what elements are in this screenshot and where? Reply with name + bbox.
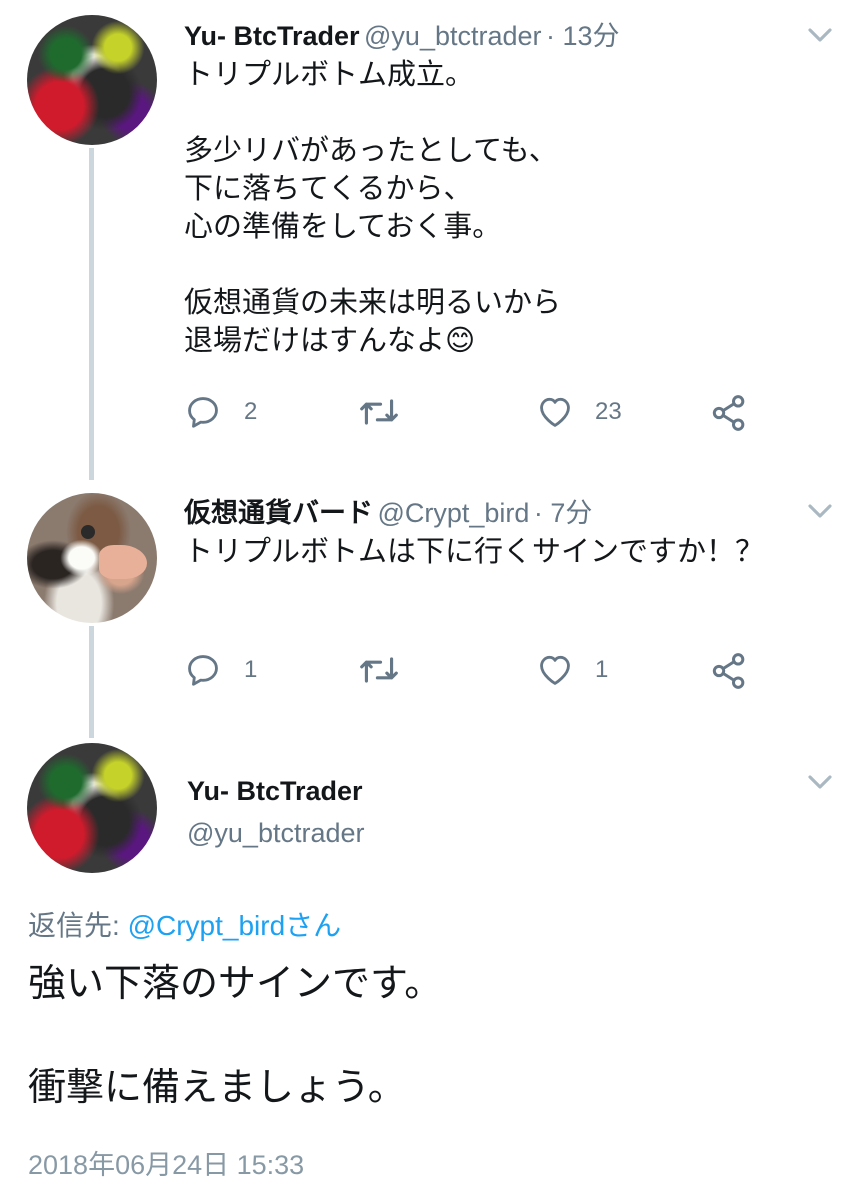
reply-count: 1 — [244, 656, 258, 683]
tweet-header: Yu- BtcTrader @yu_btctrader · 13分 — [184, 14, 620, 53]
thread-line — [89, 626, 94, 738]
tweet-time[interactable]: · 13分 — [546, 21, 620, 51]
like-count: 1 — [595, 656, 609, 683]
handle[interactable]: @yu_btctrader — [187, 818, 365, 849]
retweet-icon — [360, 399, 398, 425]
reply-icon — [188, 655, 218, 686]
reply-to: 返信先: @Crypt_birdさん — [28, 904, 341, 944]
tweet-text: トリプルボトム成立。 多少リバがあったとしても、 下に落ちてくるから、 心の準備… — [184, 59, 562, 357]
retweet-icon — [360, 657, 398, 683]
handle[interactable]: @Crypt_bird — [377, 498, 529, 528]
share-button[interactable] — [709, 651, 749, 691]
display-name[interactable]: Yu- BtcTrader — [187, 776, 363, 807]
reply-to-user-link[interactable]: @Crypt_birdさん — [128, 910, 342, 941]
reply-button[interactable]: 2 — [184, 393, 257, 431]
reply-to-label: 返信先: — [28, 910, 128, 941]
chevron-down-icon[interactable] — [805, 496, 835, 526]
avatar[interactable] — [27, 493, 157, 623]
avatar[interactable] — [27, 15, 157, 145]
bird-beak — [99, 545, 147, 579]
avatar[interactable] — [27, 743, 157, 873]
display-name[interactable]: Yu- BtcTrader — [184, 21, 360, 51]
timestamp[interactable]: 2018年06月24日 15:33 — [28, 1143, 304, 1182]
like-button[interactable]: 23 — [535, 393, 622, 431]
bird-eye — [81, 525, 95, 539]
retweet-button[interactable] — [357, 651, 423, 689]
like-icon — [540, 655, 570, 685]
reply-count: 2 — [244, 398, 258, 425]
share-button[interactable] — [709, 393, 749, 433]
main-tweet-text: 強い下落のサインです。 衝撃に備えましょう。 — [28, 963, 443, 1109]
share-icon — [712, 653, 745, 689]
display-name[interactable]: 仮想通貨バード — [184, 498, 373, 528]
handle[interactable]: @yu_btctrader — [364, 21, 542, 51]
retweet-button[interactable] — [357, 393, 423, 431]
tweet-header: 仮想通貨バード @Crypt_bird · 7分 — [184, 491, 592, 530]
like-icon — [540, 397, 570, 427]
like-count: 23 — [595, 398, 622, 425]
tweet-time[interactable]: · 7分 — [534, 498, 593, 528]
chevron-down-icon[interactable] — [805, 20, 835, 50]
like-button[interactable]: 1 — [535, 651, 608, 689]
thread-line — [89, 148, 94, 480]
chevron-down-icon[interactable] — [805, 767, 835, 797]
tweet-text: トリプルボトムは下に行くサインですか！？ — [184, 536, 765, 568]
share-icon — [712, 395, 745, 431]
reply-button[interactable]: 1 — [184, 651, 257, 689]
reply-icon — [188, 397, 218, 428]
